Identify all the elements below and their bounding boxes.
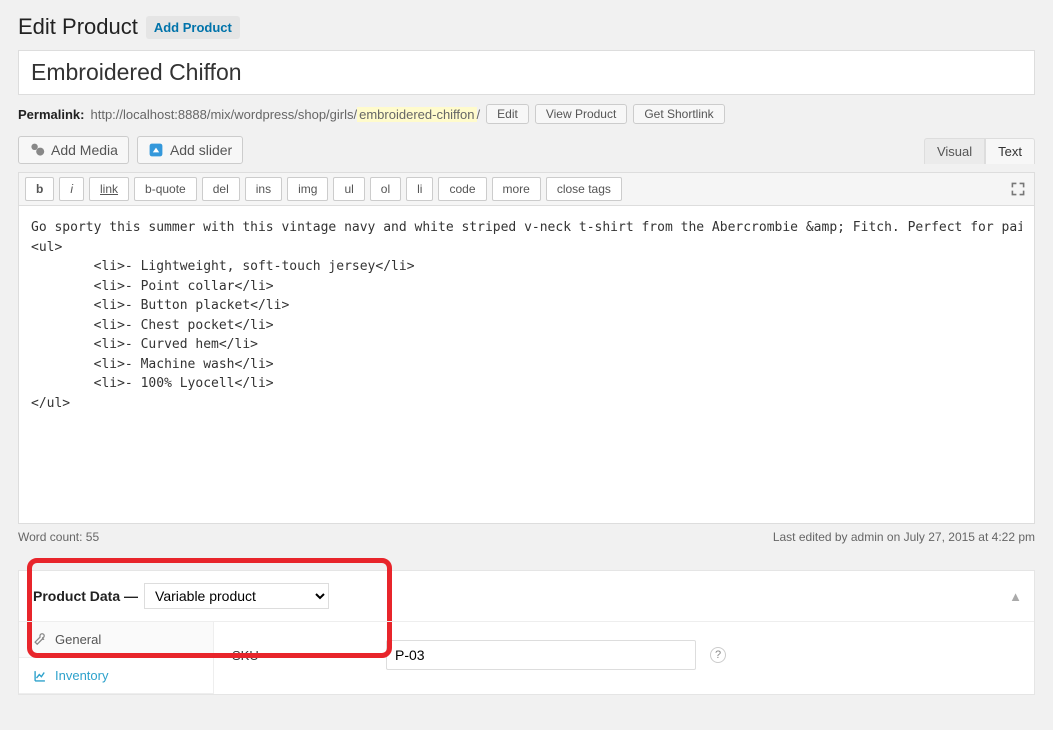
content-editor[interactable]	[31, 218, 1022, 508]
toolbar-italic[interactable]: i	[59, 177, 84, 201]
product-title-input[interactable]	[18, 50, 1035, 95]
edit-permalink-button[interactable]: Edit	[486, 104, 529, 124]
get-shortlink-button[interactable]: Get Shortlink	[633, 104, 724, 124]
wrench-icon	[33, 633, 47, 647]
sku-label: SKU	[232, 648, 372, 663]
word-count: Word count: 55	[18, 530, 99, 544]
slider-icon	[148, 142, 164, 158]
sidebar-item-general[interactable]: General	[19, 622, 213, 658]
fullscreen-icon[interactable]	[1010, 181, 1026, 197]
sku-input[interactable]	[386, 640, 696, 670]
help-icon[interactable]: ?	[710, 647, 726, 663]
metabox-collapse-toggle[interactable]: ▲	[1009, 589, 1022, 604]
permalink-label: Permalink:	[18, 107, 84, 122]
add-slider-button[interactable]: Add slider	[137, 136, 243, 164]
toolbar-bold[interactable]: b	[25, 177, 54, 201]
page-title: Edit Product	[18, 14, 138, 40]
toolbar-ol[interactable]: ol	[370, 177, 401, 201]
toolbar-link[interactable]: link	[89, 177, 129, 201]
toolbar-img[interactable]: img	[287, 177, 328, 201]
toolbar-ul[interactable]: ul	[333, 177, 364, 201]
toolbar-bquote[interactable]: b-quote	[134, 177, 197, 201]
toolbar-ins[interactable]: ins	[245, 177, 282, 201]
tab-visual[interactable]: Visual	[924, 138, 985, 164]
add-media-button[interactable]: Add Media	[18, 136, 129, 164]
toolbar-close-tags[interactable]: close tags	[546, 177, 622, 201]
product-type-select[interactable]: Variable product	[144, 583, 329, 609]
add-product-button[interactable]: Add Product	[146, 16, 240, 39]
permalink-base: http://localhost:8888/mix/wordpress/shop…	[90, 107, 357, 122]
sidebar-item-inventory[interactable]: Inventory	[19, 658, 213, 694]
toolbar-li[interactable]: li	[406, 177, 433, 201]
media-icon	[29, 142, 45, 158]
product-data-label: Product Data —	[33, 588, 138, 604]
view-product-button[interactable]: View Product	[535, 104, 627, 124]
tab-text[interactable]: Text	[985, 138, 1035, 164]
permalink-slug[interactable]: embroidered-chiffon	[357, 107, 476, 122]
toolbar-del[interactable]: del	[202, 177, 240, 201]
editor-toolbar: b i link b-quote del ins img ul ol li co…	[18, 172, 1035, 206]
chart-icon	[33, 669, 47, 683]
permalink-trailing: /	[477, 107, 481, 122]
last-edited: Last edited by admin on July 27, 2015 at…	[773, 530, 1035, 544]
toolbar-code[interactable]: code	[438, 177, 486, 201]
toolbar-more[interactable]: more	[492, 177, 541, 201]
